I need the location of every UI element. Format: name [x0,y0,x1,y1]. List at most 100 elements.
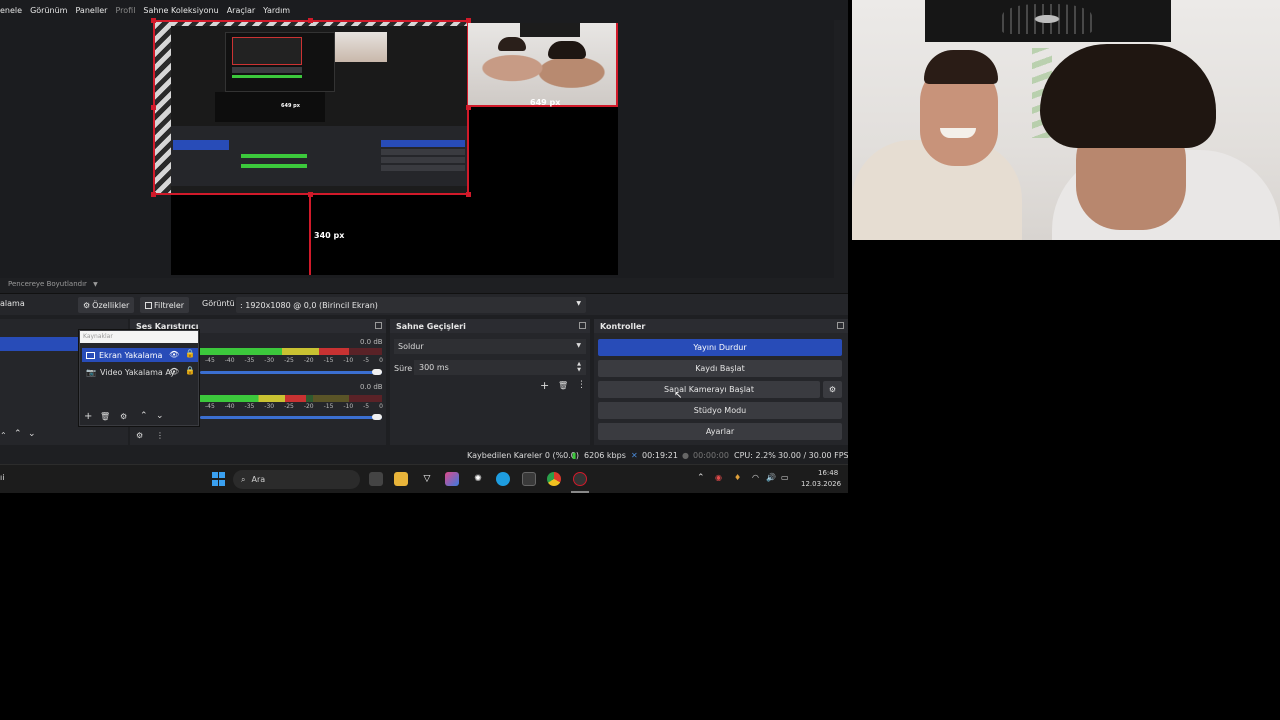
filters-button[interactable]: Filtreler [140,297,190,313]
preview-webcam-source[interactable] [468,23,618,107]
chevron-up-icon[interactable]: ⌃ [14,429,22,439]
menu-docks[interactable]: Paneller [75,6,107,15]
remove-transition-icon[interactable]: 🗑 [558,381,568,390]
windows-start-icon[interactable] [211,472,225,486]
source-item-screen-capture[interactable]: Ekran Yakalama 👁 🔒 [82,348,198,362]
bottom-distance-label: 340 px [314,231,345,240]
wifi-icon[interactable]: ◠ [752,473,759,482]
more-options-icon[interactable]: ⋮ [577,380,586,390]
chrome-icon[interactable] [547,472,561,486]
add-source-icon[interactable]: + [84,411,92,422]
battery-icon[interactable]: ▭ [781,473,789,482]
chevron-down-icon[interactable]: ⌄ [28,429,36,439]
menu-profile[interactable]: Profil [115,6,135,15]
settings-button[interactable]: Ayarlar [598,423,842,440]
microphone-icon[interactable]: ♦ [734,473,741,482]
track2-volume-knob[interactable] [372,414,382,420]
menu-scene-collection[interactable]: Sahne Koleksiyonu [143,6,218,15]
vpn-app-icon[interactable]: ▽ [420,472,434,486]
mixer-settings-icon[interactable]: ⚙ [136,431,143,440]
obs-icon[interactable] [573,472,587,486]
studio-mode-button[interactable]: Stüdyo Modu [598,402,842,419]
meter-tick-label: -5 [363,357,370,364]
duration-spinbox[interactable]: 300 ms ▲ ▼ [414,360,586,375]
distance-guide-line [309,196,311,275]
mouse-cursor-icon: ↖ [674,390,683,401]
undock-icon[interactable] [375,322,382,329]
menu-edit[interactable]: enele [0,6,22,15]
track1-volume-knob[interactable] [372,369,382,375]
taskbar-time[interactable]: 16:48 [818,469,838,477]
active-app-indicator [571,491,589,493]
gear-icon: ⚙ [83,300,91,310]
person-hair [548,41,586,59]
nested-meter [232,75,302,78]
move-down-icon[interactable]: ⌄ [156,411,164,421]
nested-source-highlight [173,140,229,150]
crop-hatch-top [171,22,467,26]
start-virtual-camera-button[interactable]: Sanal Kamerayı Başlat [598,381,820,398]
sources-popup: Kaynaklar Ekran Yakalama 👁 🔒 📷 Video Yak… [79,330,199,426]
resize-handle-bl[interactable] [151,192,156,197]
edge-icon[interactable] [496,472,510,486]
nested-meter-2 [241,164,307,168]
store-icon[interactable] [522,472,536,486]
tray-app-icon[interactable]: ◉ [715,473,722,482]
transition-select[interactable]: Soldur ▼ [394,339,586,354]
eye-icon[interactable]: 👁 [169,367,179,376]
source-item-video-capture[interactable]: 📷 Video Yakalama Ay 👁 🔒 [82,365,198,379]
add-transition-icon[interactable]: + [540,379,549,392]
track2-volume-slider[interactable] [200,414,382,420]
more-options-icon[interactable]: ⋮ [156,431,164,440]
selected-screen-capture[interactable]: 649 px [153,20,469,195]
source-label: Ekran Yakalama [99,350,163,360]
record-time: 00:00:00 [693,451,729,460]
resize-handle-tl[interactable] [151,18,156,23]
resize-handle-br[interactable] [466,192,471,197]
resize-handle-t[interactable] [308,18,313,23]
undock-icon[interactable] [837,322,844,329]
lock-icon[interactable]: 🔒 [185,366,195,375]
filter-icon [145,301,152,309]
eye-icon[interactable]: 👁 [169,350,179,359]
obs-window: enele Görünüm Paneller Profil Sahne Kole… [0,0,848,493]
nested-button-4 [381,165,465,171]
nested-meter-1 [241,154,307,158]
task-view-icon[interactable] [369,472,383,486]
chevron-up-icon[interactable]: ⌃ [0,431,7,440]
menu-view[interactable]: Görünüm [30,6,67,15]
volume-icon[interactable]: 🔊 [766,473,776,482]
chatgpt-icon[interactable]: ✺ [471,472,485,486]
menu-tools[interactable]: Araçlar [227,6,255,15]
taskbar-date[interactable]: 12.03.2026 [801,480,841,488]
file-explorer-icon[interactable] [394,472,408,486]
meter-tick-label: -10 [343,357,354,364]
scale-mode-label[interactable]: Pencereye Boyutlandır ▼ [8,280,98,288]
display-select[interactable]: : 1920x1080 @ 0,0 (Birincil Ekran) ▼ [236,297,586,313]
person-hair [498,37,526,51]
start-recording-button[interactable]: Kaydı Başlat [598,360,842,377]
nested-button-3 [381,157,465,163]
virtual-camera-settings-button[interactable]: ⚙ [823,381,842,398]
move-up-icon[interactable]: ⌃ [140,411,148,421]
meter-tick-label: -40 [224,357,235,364]
copilot-icon[interactable] [445,472,459,486]
meter-tick-label: -15 [323,403,334,410]
spin-arrows-icon[interactable]: ▲ ▼ [577,361,581,373]
remove-source-icon[interactable]: 🗑 [100,412,110,421]
stream-time: 00:19:21 [642,451,678,460]
nested-preview [225,32,335,92]
chevron-down-icon: ▼ [576,342,581,349]
source-properties-icon[interactable]: ⚙ [120,412,127,421]
resize-handle-l[interactable] [151,105,156,110]
chevron-up-icon[interactable]: ⌃ [697,473,705,483]
track1-volume-slider[interactable] [200,369,382,375]
track1-db: 0.0 dB [360,338,383,346]
lock-icon[interactable]: 🔒 [185,349,195,358]
menu-help[interactable]: Yardım [263,6,290,15]
taskbar-search-box[interactable]: ⌕ Ara [233,470,360,489]
stop-stream-button[interactable]: Yayını Durdur [598,339,842,356]
properties-button[interactable]: ⚙ Özellikler [78,297,135,313]
undock-icon[interactable] [579,322,586,329]
source-label: Video Yakalama Ay [99,367,176,377]
